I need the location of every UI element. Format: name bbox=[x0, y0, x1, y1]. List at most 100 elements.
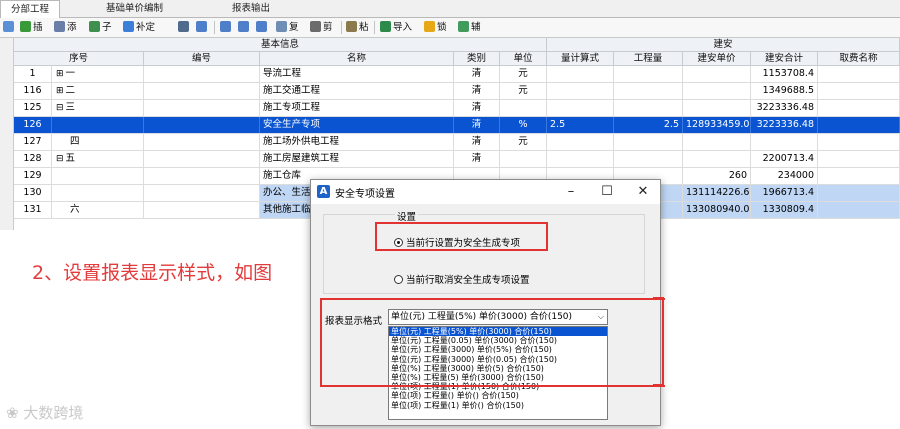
cell-price[interactable]: 131114226.63 bbox=[683, 185, 751, 201]
delete-icon[interactable] bbox=[178, 20, 191, 35]
cell-fee[interactable] bbox=[818, 202, 900, 218]
cut-button[interactable]: 剪 bbox=[310, 20, 333, 35]
cell-code[interactable] bbox=[144, 151, 260, 167]
cell-price[interactable]: 133080940.03 bbox=[683, 202, 751, 218]
cell-qexp[interactable] bbox=[547, 66, 614, 82]
expand-toggle-icon[interactable]: ⊞ bbox=[56, 69, 64, 79]
cell-qty[interactable]: 2.5 bbox=[614, 117, 683, 133]
cell-fee[interactable] bbox=[818, 168, 900, 184]
table-row[interactable]: 128 ⊟ 五 施工房屋建筑工程清 2200713.4 bbox=[14, 151, 900, 168]
cell-seq[interactable]: ⊟ 五 bbox=[52, 151, 144, 167]
cell-total[interactable]: 1966713.4 bbox=[751, 185, 818, 201]
tab-base-price[interactable]: 基础单价编制 bbox=[96, 0, 173, 17]
cell-name[interactable]: 导流工程 bbox=[260, 66, 454, 82]
cell-seq[interactable]: 六 bbox=[52, 202, 144, 218]
cell-qexp[interactable] bbox=[547, 83, 614, 99]
cell-name[interactable]: 施工场外供电工程 bbox=[260, 134, 454, 150]
cell-total[interactable]: 3223336.48 bbox=[751, 117, 818, 133]
table-row[interactable]: 126 安全生产专项清% 2.5 2.5 128933459.05 3223336.48 bbox=[14, 117, 900, 134]
cell-unit[interactable]: % bbox=[500, 117, 547, 133]
format-brush-icon[interactable] bbox=[3, 20, 16, 35]
cell-code[interactable] bbox=[144, 100, 260, 116]
cell-qty[interactable] bbox=[614, 134, 683, 150]
cell-price[interactable] bbox=[683, 83, 751, 99]
col-quantity[interactable]: 工程量 bbox=[614, 52, 683, 66]
import-button[interactable]: 导入 bbox=[380, 20, 412, 35]
fill-quota-button[interactable]: 补定 bbox=[123, 20, 155, 35]
cell-fee[interactable] bbox=[818, 134, 900, 150]
cell-seq[interactable]: ⊞ 一 bbox=[52, 66, 144, 82]
col-total[interactable]: 建安合计 bbox=[751, 52, 818, 66]
close-icon[interactable]: ✕ bbox=[628, 182, 658, 202]
col-fee-name[interactable]: 取费名称 bbox=[818, 52, 900, 66]
cell-seq[interactable] bbox=[52, 168, 144, 184]
cell-fee[interactable] bbox=[818, 185, 900, 201]
cell-fee[interactable] bbox=[818, 100, 900, 116]
expand-toggle-icon[interactable]: ⊞ bbox=[56, 86, 64, 96]
cell-unit[interactable] bbox=[500, 151, 547, 167]
cell-qty[interactable] bbox=[614, 151, 683, 167]
table-row[interactable]: 1 ⊞ 一 导流工程清元 1153708.4 bbox=[14, 66, 900, 83]
cell-fee[interactable] bbox=[818, 117, 900, 133]
move-down-icon[interactable] bbox=[220, 20, 233, 35]
indent-right-icon[interactable] bbox=[256, 20, 269, 35]
insert-button[interactable]: 插 bbox=[20, 20, 43, 35]
cell-code[interactable] bbox=[144, 117, 260, 133]
cell-total[interactable]: 3223336.48 bbox=[751, 100, 818, 116]
cell-seq[interactable] bbox=[52, 117, 144, 133]
table-row[interactable]: 125 ⊟ 三 施工专项工程清 3223336.48 bbox=[14, 100, 900, 117]
copy-button[interactable]: 复 bbox=[276, 20, 299, 35]
cell-cat[interactable]: 清 bbox=[454, 83, 500, 99]
format-option[interactable]: 单位(项) 工程量(1) 单价() 合价(150) bbox=[389, 401, 607, 410]
cell-code[interactable] bbox=[144, 83, 260, 99]
minimize-icon[interactable]: – bbox=[556, 182, 586, 202]
child-button[interactable]: 子 bbox=[89, 20, 112, 35]
add-button[interactable]: 添 bbox=[54, 20, 77, 35]
cell-qexp[interactable] bbox=[547, 100, 614, 116]
cell-qty[interactable] bbox=[614, 100, 683, 116]
cell-price[interactable] bbox=[683, 66, 751, 82]
paste-button[interactable]: 粘 bbox=[346, 20, 369, 35]
cell-code[interactable] bbox=[144, 202, 260, 218]
cell-code[interactable] bbox=[144, 185, 260, 201]
cell-name[interactable]: 施工专项工程 bbox=[260, 100, 454, 116]
cell-total[interactable]: 2200713.4 bbox=[751, 151, 818, 167]
cell-code[interactable] bbox=[144, 168, 260, 184]
col-seq[interactable]: 序号 bbox=[14, 52, 144, 66]
cell-price[interactable]: 260 bbox=[683, 168, 751, 184]
cell-price[interactable] bbox=[683, 100, 751, 116]
cell-total[interactable]: 1330809.4 bbox=[751, 202, 818, 218]
cell-seq[interactable]: 四 bbox=[52, 134, 144, 150]
tab-report-output[interactable]: 报表输出 bbox=[222, 0, 280, 17]
cell-seq[interactable] bbox=[52, 185, 144, 201]
col-code[interactable]: 编号 bbox=[144, 52, 260, 66]
cell-unit[interactable]: 元 bbox=[500, 83, 547, 99]
cell-qexp[interactable] bbox=[547, 134, 614, 150]
cell-cat[interactable]: 清 bbox=[454, 151, 500, 167]
cell-cat[interactable]: 清 bbox=[454, 117, 500, 133]
radio-cancel-safety[interactable]: 当前行取消安全生成专项设置 bbox=[394, 272, 530, 286]
table-row[interactable]: 127 四 施工场外供电工程清元 bbox=[14, 134, 900, 151]
cell-price[interactable]: 128933459.05 bbox=[683, 117, 751, 133]
cell-unit[interactable] bbox=[500, 100, 547, 116]
cell-price[interactable] bbox=[683, 151, 751, 167]
cell-cat[interactable]: 清 bbox=[454, 134, 500, 150]
cell-total[interactable]: 1349688.5 bbox=[751, 83, 818, 99]
cell-unit[interactable]: 元 bbox=[500, 66, 547, 82]
cell-qexp[interactable]: 2.5 bbox=[547, 117, 614, 133]
col-unit-price[interactable]: 建安单价 bbox=[683, 52, 751, 66]
cell-seq[interactable]: ⊞ 二 bbox=[52, 83, 144, 99]
table-row[interactable]: 116 ⊞ 二 施工交通工程清元 1349688.5 bbox=[14, 83, 900, 100]
tab-divisions[interactable]: 分部工程 bbox=[0, 0, 61, 18]
indent-left-icon[interactable] bbox=[238, 20, 251, 35]
cell-fee[interactable] bbox=[818, 151, 900, 167]
move-up-icon[interactable] bbox=[196, 20, 209, 35]
maximize-icon[interactable]: ☐ bbox=[592, 182, 622, 202]
cell-unit[interactable]: 元 bbox=[500, 134, 547, 150]
cell-qty[interactable] bbox=[614, 83, 683, 99]
col-qty-expr[interactable]: 量计算式 bbox=[547, 52, 614, 66]
cell-name[interactable]: 施工交通工程 bbox=[260, 83, 454, 99]
cell-cat[interactable]: 清 bbox=[454, 66, 500, 82]
col-unit[interactable]: 单位 bbox=[500, 52, 547, 66]
cell-total[interactable]: 1153708.4 bbox=[751, 66, 818, 82]
